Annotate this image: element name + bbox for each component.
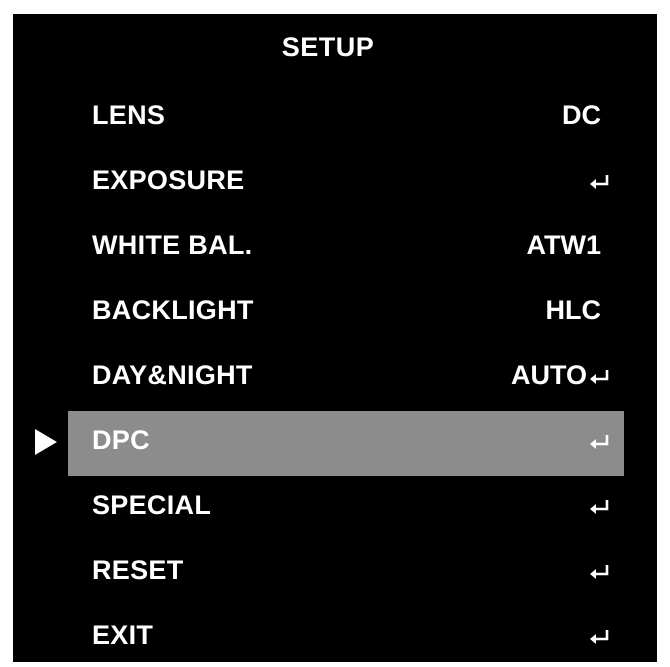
- enter-return-icon: [589, 368, 609, 386]
- enter-return-icon: [589, 433, 609, 451]
- menu-item-exit[interactable]: EXIT: [13, 602, 657, 667]
- menu-item-value: ATW1: [527, 230, 602, 261]
- menu-item-value: AUTO: [511, 360, 609, 391]
- menu-title: SETUP: [281, 32, 375, 62]
- menu-item-dpc[interactable]: DPC: [13, 407, 657, 476]
- menu-item-label: DAY&NIGHT: [92, 360, 253, 390]
- menu-item-special[interactable]: SPECIAL: [13, 472, 657, 537]
- menu-item-label: BACKLIGHT: [92, 295, 254, 325]
- enter-return-icon: [589, 628, 609, 646]
- menu-item-day-night[interactable]: DAY&NIGHT AUTO: [13, 342, 657, 407]
- menu-item-value: DC: [562, 100, 601, 131]
- menu-item-exposure[interactable]: EXPOSURE: [13, 147, 657, 212]
- menu-item-label: SPECIAL: [92, 490, 212, 520]
- menu-item-value-text: ATW1: [526, 230, 602, 260]
- enter-return-icon: [589, 173, 609, 191]
- menu-item-value-text: DC: [562, 100, 601, 130]
- menu-item-value: [587, 165, 609, 196]
- play-arrow-icon: [35, 429, 57, 455]
- menu-list: LENS DC EXPOSURE WHITE BAL. ATW1 BACKLIG…: [13, 82, 657, 667]
- menu-item-value-text: HLC: [545, 295, 602, 325]
- menu-item-value-text: AUTO: [510, 360, 587, 390]
- enter-return-icon: [589, 498, 609, 516]
- menu-item-label: RESET: [92, 555, 184, 585]
- menu-item-white-bal[interactable]: WHITE BAL. ATW1: [13, 212, 657, 277]
- menu-item-label: EXPOSURE: [92, 165, 245, 195]
- menu-item-backlight[interactable]: BACKLIGHT HLC: [13, 277, 657, 342]
- menu-item-value: [587, 555, 609, 586]
- menu-item-reset[interactable]: RESET: [13, 537, 657, 602]
- menu-item-value: [587, 425, 609, 456]
- menu-item-label: LENS: [92, 100, 166, 130]
- menu-item-value: HLC: [546, 295, 602, 326]
- menu-item-label: DPC: [92, 425, 150, 455]
- menu-item-label: EXIT: [92, 620, 154, 650]
- osd-setup-menu: SETUP LENS DC EXPOSURE WHITE BAL. ATW1 B…: [13, 14, 657, 662]
- menu-item-label: WHITE BAL.: [92, 230, 253, 260]
- menu-item-value: [587, 620, 609, 651]
- menu-item-value: [587, 490, 609, 521]
- selection-highlight: [68, 411, 624, 476]
- menu-item-lens[interactable]: LENS DC: [13, 82, 657, 147]
- enter-return-icon: [589, 563, 609, 581]
